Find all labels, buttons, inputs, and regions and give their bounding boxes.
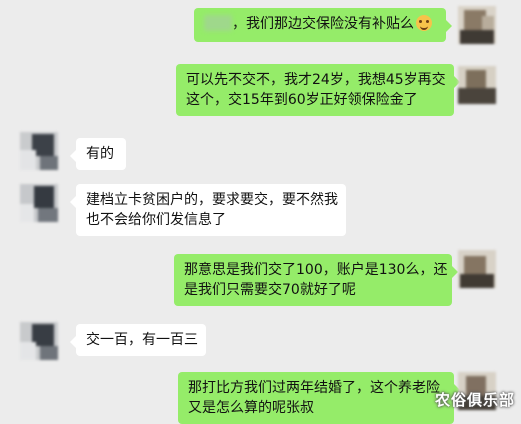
avatar-contact[interactable] — [20, 132, 58, 170]
message-bubble-incoming[interactable]: 有的 — [70, 138, 126, 170]
bubble-tail — [446, 20, 452, 32]
avatar-self[interactable] — [458, 6, 496, 44]
message-bubble-outgoing[interactable]: 可以先不交不，我才24岁，我想45岁再交 这个，交15年到60岁正好领保险金了 — [176, 64, 460, 116]
redacted-name — [204, 15, 232, 31]
message-text: ，我们那边交保险没有补贴么 — [232, 16, 414, 32]
message-text-line: 又是怎么算的呢张叔 — [188, 400, 314, 416]
message-text-line: 也不会给你们发信息了 — [86, 212, 226, 228]
avatar-self[interactable] — [458, 66, 496, 104]
message-text-line: 是我们只需要交70就好了呢 — [184, 282, 356, 298]
message-text-line: 有的 — [86, 146, 114, 162]
message-bubble-incoming[interactable]: 交一百，有一百三 — [70, 324, 206, 356]
message-text-line: 交一百，有一百三 — [86, 332, 198, 348]
message-bubble-outgoing[interactable]: 那打比方我们过两年结婚了，这个养老险 又是怎么算的呢张叔 — [178, 372, 460, 424]
message-bubble-outgoing[interactable]: 那意思是我们交了100，账户是130么，还 是我们只需要交70就好了呢 — [174, 254, 458, 306]
message-text-line: 可以先不交不，我才24岁，我想45岁再交 — [186, 72, 446, 88]
message-text-line: 建档立卡贫困户的，要求要交，要不然我 — [86, 192, 338, 208]
avatar-self[interactable] — [458, 250, 496, 288]
bubble-tail — [70, 336, 76, 348]
chat-window: ，我们那边交保险没有补贴么 可以先不交不，我才24岁，我想45岁再交 这个，交1… — [0, 0, 521, 424]
crying-laugh-emoji-icon — [416, 15, 432, 31]
avatar-contact[interactable] — [20, 184, 58, 222]
message-bubble-incoming[interactable]: 建档立卡贫困户的，要求要交，要不然我 也不会给你们发信息了 — [70, 184, 346, 236]
avatar-contact[interactable] — [20, 322, 58, 360]
message-text-line: 那打比方我们过两年结婚了，这个养老险 — [188, 380, 440, 396]
message-bubble-outgoing[interactable]: ，我们那边交保险没有补贴么 — [194, 8, 452, 42]
message-text-line: 这个，交15年到60岁正好领保险金了 — [186, 92, 418, 108]
bubble-tail — [70, 150, 76, 162]
message-text-line: 那意思是我们交了100，账户是130么，还 — [184, 262, 448, 278]
bubble-tail — [70, 196, 76, 208]
watermark: 农俗俱乐部 — [434, 391, 515, 409]
